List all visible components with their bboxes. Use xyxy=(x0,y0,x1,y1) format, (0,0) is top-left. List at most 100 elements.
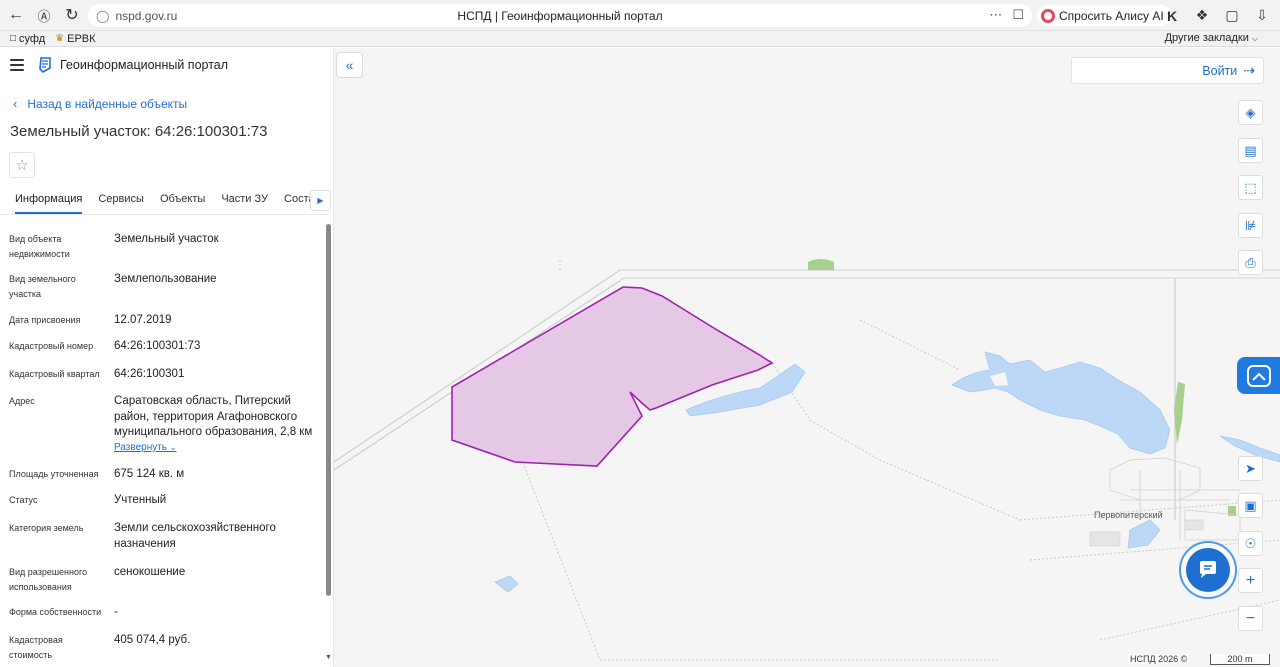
property-value: Учтенный xyxy=(114,494,167,506)
tabs-scroll-right-icon[interactable]: ▶ xyxy=(310,190,331,211)
shield-icon: ◯ xyxy=(96,8,110,23)
scroll-down-icon[interactable]: ▼ xyxy=(325,654,332,661)
bookmark-label: ЕРВК xyxy=(67,32,96,45)
expand-label: Развернуть xyxy=(114,442,168,453)
scale-bar: 200 m xyxy=(1210,654,1270,665)
property-value: 64:26:100301:73 xyxy=(114,340,201,352)
property-label: Кадастровая стоимость xyxy=(9,635,63,660)
print-icon[interactable]: ⎙ xyxy=(1238,250,1263,275)
favorite-star-icon[interactable]: ☆ xyxy=(9,152,35,178)
page-title: Земельный участок: 64:26:100301:73 xyxy=(10,123,268,140)
chat-button[interactable] xyxy=(1179,541,1237,599)
tabs-divider xyxy=(0,214,330,215)
panel-header: Геоинформационный портал xyxy=(0,48,333,82)
back-arrow-icon[interactable]: ← xyxy=(2,1,30,29)
property-value: Землепользование xyxy=(114,273,217,285)
browser-toolbar: ← Ⓐ ↻ ◯ nspd.gov.ru НСПД | Геоинформацио… xyxy=(0,0,1280,31)
property-value: 64:26:100301 xyxy=(114,368,185,380)
chevron-left-icon: ‹ xyxy=(13,96,18,111)
chat-icon xyxy=(1186,548,1230,592)
ruler-icon[interactable]: ▤ xyxy=(1238,138,1263,163)
green-area xyxy=(1174,382,1185,445)
object-tabs: Информация Сервисы Объекты Части ЗУ Сост… xyxy=(8,186,320,214)
land-parcel xyxy=(451,286,774,467)
geo-icon[interactable]: ☉ xyxy=(1238,531,1263,556)
panel-scrollbar[interactable] xyxy=(326,224,331,596)
collapse-panel-icon[interactable]: « xyxy=(336,52,363,78)
url-text: nspd.gov.ru xyxy=(115,8,178,23)
property-label: Площадь уточненная xyxy=(9,469,99,479)
tab-info[interactable]: Информация xyxy=(15,186,83,214)
zoom-in-icon[interactable]: + xyxy=(1238,568,1263,593)
map-attribution: НСПД 2026 © xyxy=(1128,654,1190,664)
property-value: 405 074,4 руб. xyxy=(114,634,191,646)
property-label: Вид земельного участка xyxy=(9,274,76,299)
bookmark-label: суфд xyxy=(19,32,46,45)
extension-k-icon[interactable]: K xyxy=(1160,4,1184,27)
water xyxy=(951,351,1171,455)
address-bar[interactable]: ◯ nspd.gov.ru НСПД | Геоинформационный п… xyxy=(88,4,1032,27)
search-area-icon[interactable]: ⬚ xyxy=(1238,175,1263,200)
property-label: Категория земель xyxy=(9,523,84,533)
alice-icon xyxy=(1041,8,1055,23)
property-value: - xyxy=(114,606,118,618)
water xyxy=(494,575,519,593)
expand-address-link[interactable]: Развернуть ⌄ xyxy=(114,442,177,453)
share-icon[interactable]: ⊯ xyxy=(1238,213,1263,238)
reload-icon[interactable]: ↻ xyxy=(58,1,86,29)
login-label: Войти xyxy=(1202,63,1238,78)
property-label: Кадастровый номер xyxy=(9,341,94,351)
back-link-label: Назад в найденные объекты xyxy=(27,96,188,111)
menu-icon[interactable] xyxy=(10,59,24,71)
tab-parts[interactable]: Части ЗУ xyxy=(221,186,268,214)
alice-button[interactable]: Спросить Алису AI xyxy=(1037,5,1172,26)
property-value: 675 124 кв. м xyxy=(114,468,185,480)
page-icon: □ xyxy=(10,33,17,44)
emblem-icon: ♛ xyxy=(55,33,65,44)
water xyxy=(1127,519,1161,549)
property-value: сенокошение xyxy=(114,566,186,578)
map-graphics xyxy=(334,259,1280,661)
green-area xyxy=(808,259,834,270)
puzzle-icon[interactable]: ❖ xyxy=(1190,4,1214,27)
map-canvas[interactable] xyxy=(334,48,1280,667)
bookmark-sufd[interactable]: □ суфд xyxy=(10,33,45,45)
property-label: Форма собственности xyxy=(9,607,102,617)
layers-icon[interactable]: ◈ xyxy=(1238,100,1263,125)
property-value: Саратовская область, Питерский район, те… xyxy=(114,395,313,438)
back-to-results-link[interactable]: ‹ Назад в найденные объекты xyxy=(13,96,187,111)
chevron-down-icon: ⌵ xyxy=(1251,34,1258,43)
bookmark-ervk[interactable]: ♛ ЕРВК xyxy=(55,33,95,45)
yandex-icon[interactable]: Ⓐ xyxy=(30,1,58,29)
collections-icon[interactable]: ▢ xyxy=(1220,4,1244,27)
locate-icon[interactable]: ➤ xyxy=(1238,456,1263,481)
other-bookmarks-label: Другие закладки xyxy=(1164,32,1249,44)
more-icon[interactable]: ⋯ xyxy=(989,7,1002,23)
property-label: Вид объекта недвижимости xyxy=(9,234,70,259)
settlement-label: Первопитерский xyxy=(1094,510,1163,520)
object-panel: Геоинформационный портал ‹ Назад в найде… xyxy=(0,48,334,667)
other-bookmarks[interactable]: Другие закладки ⌵ xyxy=(1165,32,1258,44)
property-label: Дата присвоения xyxy=(9,315,81,325)
alice-label: Спросить Алису AI xyxy=(1059,8,1164,23)
property-value: Земельный участок xyxy=(114,233,219,245)
download-icon[interactable]: ⇩ xyxy=(1250,4,1274,27)
tab-services[interactable]: Сервисы xyxy=(98,186,144,214)
minimap-icon[interactable]: ▣ xyxy=(1238,493,1263,518)
property-label: Статус xyxy=(9,495,38,505)
widget-logo-icon xyxy=(1246,364,1271,387)
property-value: 12.07.2019 xyxy=(114,314,172,326)
property-value: Земли сельскохозяйственного назначения xyxy=(114,522,276,550)
property-label: Адрес xyxy=(9,396,35,406)
login-icon: ⇢ xyxy=(1243,62,1255,78)
bookmarks-bar: □ суфд ♛ ЕРВК Другие закладки ⌵ xyxy=(0,31,1280,47)
zoom-out-icon[interactable]: − xyxy=(1238,606,1263,631)
property-label: Кадастровый квартал xyxy=(9,369,100,379)
login-button[interactable]: Войти ⇢ xyxy=(1071,57,1264,84)
tab-objects[interactable]: Объекты xyxy=(160,186,205,214)
chevron-down-icon: ⌄ xyxy=(169,443,177,452)
side-widget-tab[interactable] xyxy=(1237,357,1280,394)
bookmark-icon[interactable]: ☐ xyxy=(1012,7,1024,23)
portal-logo-icon xyxy=(39,57,51,73)
portal-name: Геоинформационный портал xyxy=(60,58,229,72)
